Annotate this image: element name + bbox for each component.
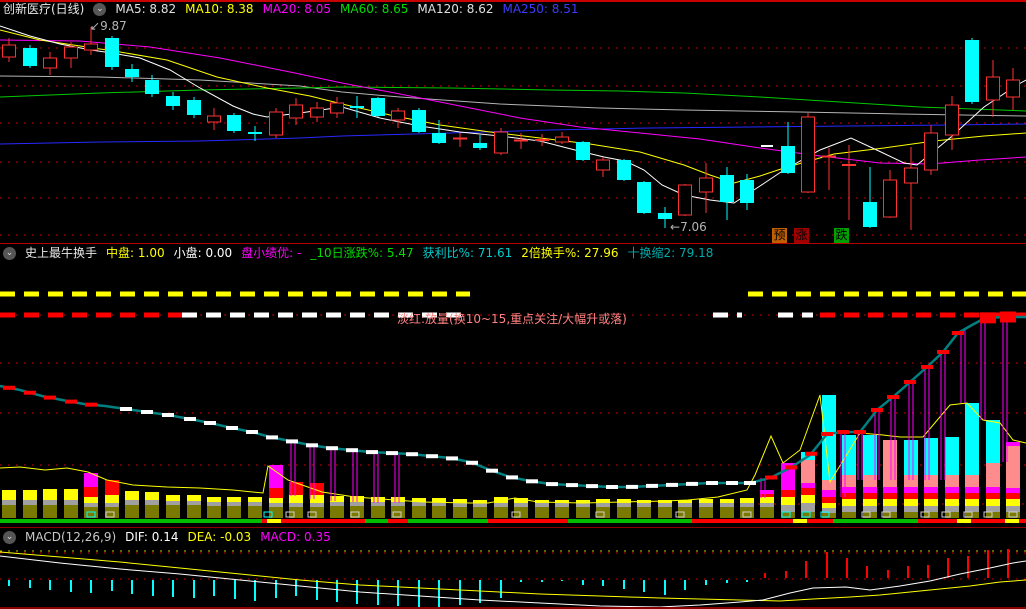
- ma-line-MA5: [0, 25, 1026, 204]
- indicator-title: 史上最牛换手: [25, 246, 98, 260]
- chevron-down-icon[interactable]: ⌄: [3, 247, 16, 260]
- high-arrow-icon: ↙: [90, 19, 101, 33]
- ma-label: MA5: 8.82: [115, 2, 177, 16]
- volume-annotation: 淡红:放量(换10~15,重点关注/大幅升或落): [397, 312, 627, 326]
- main-chart-header: 创新医疗(日线) ⌄ MA5: 8.82 MA10: 8.38 MA20: 8.05…: [3, 2, 579, 17]
- panel2-separator: [0, 243, 1026, 244]
- trading-terminal: 创新医疗(日线) ⌄ MA5: 8.82 MA10: 8.38 MA20: 8.05…: [0, 0, 1026, 609]
- indicator-field: 十换缩2: 79.18: [627, 246, 714, 260]
- indicator-field: _10日涨跌%: 5.47: [310, 246, 414, 260]
- indicator-fields: 中盘: 1.00 小盘: 0.00 盘小绩优: - _10日涨跌%: 5.47 获利比%…: [106, 246, 713, 261]
- signal-badge-zhang: 涨: [794, 228, 809, 243]
- indicator-field: 小盘: 0.00: [173, 246, 233, 260]
- ma-labels: MA5: 8.82 MA10: 8.38 MA20: 8.05 MA60: 8.65 M…: [115, 2, 578, 17]
- turnover-indicator-panel: [0, 291, 1026, 523]
- candlestick-panel: [0, 25, 1026, 236]
- indicator-field: 2倍换手%: 27.96: [521, 246, 619, 260]
- ma-label: MA60: 8.65: [340, 2, 409, 16]
- high-price-label: ↙9.87: [90, 19, 127, 33]
- low-arrow-icon: ←: [670, 220, 681, 234]
- ma-label: MA20: 8.05: [262, 2, 331, 16]
- indicator-header: ⌄ 史上最牛换手 中盘: 1.00 小盘: 0.00 盘小绩优: - _10日涨跌%:…: [3, 246, 713, 261]
- indicator-field: 盘小绩优: -: [241, 246, 302, 260]
- macd-panel: [0, 549, 1026, 608]
- indicator-field: 获利比%: 71.61: [422, 246, 513, 260]
- macd-field: DIF: 0.14: [125, 530, 179, 544]
- low-price-label: ←7.06: [670, 220, 707, 234]
- macd-field: DEA: -0.03: [187, 530, 252, 544]
- macd-field: MACD: 0.35: [260, 530, 331, 544]
- high-price-value: 9.87: [100, 19, 127, 33]
- indicator-field: 中盘: 1.00: [106, 246, 165, 260]
- macd-header: ⌄ MACD(12,26,9) DIF: 0.14 DEA: -0.03 MACD:…: [3, 530, 331, 545]
- ma-label: MA10: 8.38: [185, 2, 254, 16]
- chevron-down-icon[interactable]: ⌄: [3, 531, 16, 544]
- chevron-down-icon[interactable]: ⌄: [93, 3, 107, 16]
- chart-canvas: [0, 25, 1026, 608]
- stock-title: 创新医疗(日线): [3, 2, 85, 16]
- panel3-separator: [0, 527, 1026, 528]
- ma-label: MA120: 8.62: [417, 2, 494, 16]
- ma-line-MA10: [0, 29, 1026, 184]
- low-price-value: 7.06: [680, 220, 707, 234]
- ma-line-MA250: [0, 123, 1026, 145]
- signal-badge-yu: 预: [772, 228, 787, 243]
- macd-title: MACD(12,26,9): [25, 530, 117, 544]
- ma-line-MA20: [0, 39, 1026, 165]
- signal-badge-die: 跌: [834, 228, 849, 243]
- ma-label: MA250: 8.51: [502, 2, 579, 16]
- macd-fields: DIF: 0.14 DEA: -0.03 MACD: 0.35: [125, 530, 331, 545]
